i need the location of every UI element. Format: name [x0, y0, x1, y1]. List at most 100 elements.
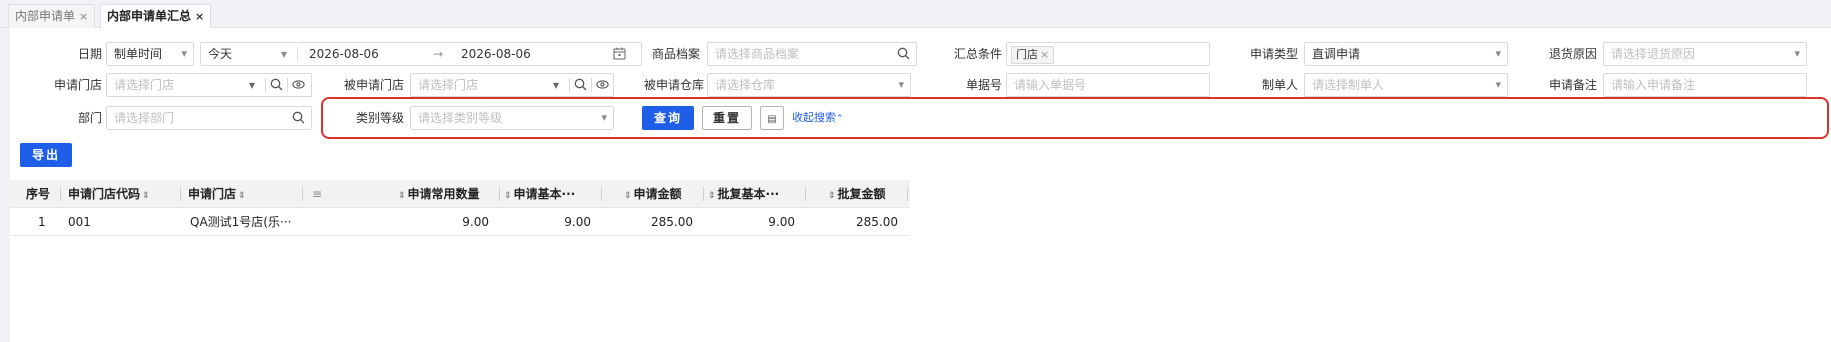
- date-label: 日期: [77, 47, 102, 61]
- cell-store-code: 001: [68, 215, 91, 229]
- highlight-annotation: [321, 97, 1829, 139]
- eye-icon[interactable]: [292, 74, 305, 96]
- target-store-placeholder: 请选择门店: [418, 78, 479, 92]
- apply-type-value: 直调申请: [1312, 47, 1361, 61]
- tab-bar: 内部申请单 × 内部申请单汇总 ×: [0, 0, 1831, 28]
- cell-apply-qty: 9.00: [462, 215, 489, 229]
- chevron-down-icon: ▾: [898, 78, 904, 91]
- col-apply-amount-label: 申请金额: [633, 187, 682, 201]
- apply-type-select[interactable]: 直调申请 ▾: [1304, 42, 1508, 66]
- divider: [265, 78, 266, 92]
- tab-internal-request[interactable]: 内部申请单 ×: [8, 4, 96, 28]
- arrow-right-icon: →: [433, 47, 444, 61]
- divider: [180, 187, 181, 201]
- summary-select[interactable]: 门店 ×: [1006, 42, 1210, 66]
- divider: [499, 187, 500, 201]
- creator-placeholder: 请选择制单人: [1312, 78, 1385, 92]
- cell-store-name: QA测试1号店(乐···: [190, 215, 292, 229]
- sort-icon[interactable]: ⇕: [142, 191, 150, 201]
- dept-input[interactable]: 请选择部门: [106, 106, 312, 130]
- sort-icon[interactable]: ⇕: [708, 191, 716, 201]
- tab-internal-request-summary[interactable]: 内部申请单汇总 ×: [100, 4, 212, 28]
- divider: [569, 78, 570, 92]
- chevron-down-icon: ▾: [249, 78, 256, 92]
- cell-approve-amount: 285.00: [856, 215, 898, 229]
- date-type-value: 制单时间: [114, 47, 163, 61]
- sort-icon[interactable]: ⇕: [504, 191, 512, 201]
- col-approve-amount-header[interactable]: ⇕ 批复金额: [828, 180, 886, 208]
- search-icon[interactable]: [574, 74, 587, 96]
- divider: [703, 187, 704, 201]
- chevron-down-icon: ▾: [181, 47, 187, 60]
- col-apply-qty-header[interactable]: ⇕ 申请常用数量: [398, 180, 480, 208]
- product-placeholder: 请选择商品档案: [715, 47, 800, 61]
- target-store-select[interactable]: 请选择门店 ▾: [410, 73, 614, 97]
- return-reason-placeholder: 请选择退货原因: [1611, 47, 1696, 61]
- sort-icon[interactable]: ⇕: [398, 191, 406, 201]
- divider: [287, 78, 288, 92]
- eye-icon[interactable]: [596, 74, 609, 96]
- col-approve-basic-header[interactable]: ⇕ 批复基本···: [708, 180, 779, 208]
- content-panel: 日期 制单时间 ▾ 今天 ▾ 2026-08-06 → 2026-08-06 商…: [10, 28, 1831, 342]
- summary-label: 汇总条件: [953, 47, 1002, 61]
- return-reason-label: 退货原因: [1548, 47, 1597, 61]
- table-header: 序号 申请门店代码 ⇕ 申请门店 ⇕ ≡ ⇕ 申请常用数量 ⇕ 申请基本··· ⇕ 申请金…: [10, 180, 910, 208]
- doc-no-input[interactable]: 请输入单据号: [1006, 73, 1210, 97]
- creator-select[interactable]: 请选择制单人 ▾: [1304, 73, 1508, 97]
- apply-store-select[interactable]: 请选择门店 ▾: [106, 73, 312, 97]
- apply-store-label: 申请门店: [53, 78, 102, 92]
- date-type-select[interactable]: 制单时间 ▾: [106, 42, 194, 66]
- target-warehouse-placeholder: 请选择仓库: [715, 78, 776, 92]
- dept-label: 部门: [77, 111, 102, 125]
- chevron-down-icon: ▾: [1495, 78, 1501, 91]
- col-apply-amount-header[interactable]: ⇕ 申请金额: [624, 180, 682, 208]
- chevron-down-icon: ▾: [553, 78, 560, 92]
- export-button[interactable]: 导出: [20, 143, 72, 167]
- close-icon[interactable]: ×: [79, 10, 88, 23]
- cell-index: 1: [38, 215, 46, 229]
- col-store-name-header[interactable]: 申请门店 ⇕: [188, 180, 248, 208]
- col-apply-basic-header[interactable]: ⇕ 申请基本···: [504, 180, 575, 208]
- date-preset-value: 今天: [208, 47, 233, 61]
- search-icon[interactable]: [270, 74, 283, 96]
- column-menu-icon[interactable]: ≡: [312, 180, 322, 208]
- col-apply-basic-label: 申请基本···: [513, 187, 576, 201]
- product-label: 商品档案: [651, 47, 700, 61]
- chevron-down-icon: ▾: [281, 47, 288, 61]
- divider: [302, 187, 303, 201]
- sort-icon[interactable]: ⇕: [238, 191, 246, 201]
- col-apply-qty-label: 申请常用数量: [407, 187, 480, 201]
- col-approve-basic-label: 批复基本···: [717, 187, 780, 201]
- col-store-name-label: 申请门店: [188, 187, 237, 201]
- table-row[interactable]: 1 001 QA测试1号店(乐··· 9.00 9.00 285.00 9.00…: [10, 208, 910, 236]
- close-icon[interactable]: ×: [195, 10, 204, 23]
- return-reason-select[interactable]: 请选择退货原因 ▾: [1603, 42, 1807, 66]
- summary-tag-label: 门店: [1016, 48, 1038, 61]
- sort-icon[interactable]: ⇕: [828, 191, 836, 201]
- divider: [805, 187, 806, 201]
- divider: [60, 187, 61, 201]
- sort-icon[interactable]: ⇕: [624, 191, 632, 201]
- tab-label: 内部申请单: [15, 9, 76, 23]
- remark-input[interactable]: 请输入申请备注: [1603, 73, 1807, 97]
- date-start[interactable]: 2026-08-06: [309, 43, 379, 65]
- apply-type-label: 申请类型: [1249, 47, 1298, 61]
- col-store-code-header[interactable]: 申请门店代码 ⇕: [68, 180, 152, 208]
- date-end[interactable]: 2026-08-06: [461, 43, 531, 65]
- close-icon[interactable]: ×: [1040, 48, 1049, 61]
- tab-label: 内部申请单汇总: [107, 9, 192, 23]
- date-range-picker[interactable]: 今天 ▾ 2026-08-06 → 2026-08-06: [200, 42, 642, 66]
- doc-no-label: 单据号: [965, 78, 1002, 92]
- calendar-icon[interactable]: [613, 43, 626, 65]
- chevron-down-icon: ▾: [1495, 47, 1501, 60]
- divider: [591, 78, 592, 92]
- col-index-header: 序号: [26, 187, 51, 201]
- search-icon[interactable]: [897, 43, 910, 65]
- col-store-code-label: 申请门店代码: [68, 187, 141, 201]
- remark-label: 申请备注: [1548, 78, 1597, 92]
- search-icon[interactable]: [292, 107, 305, 129]
- col-approve-amount-label: 批复金额: [837, 187, 886, 201]
- product-input[interactable]: 请选择商品档案: [707, 42, 917, 66]
- cell-approve-basic: 9.00: [768, 215, 795, 229]
- target-warehouse-select[interactable]: 请选择仓库 ▾: [707, 73, 911, 97]
